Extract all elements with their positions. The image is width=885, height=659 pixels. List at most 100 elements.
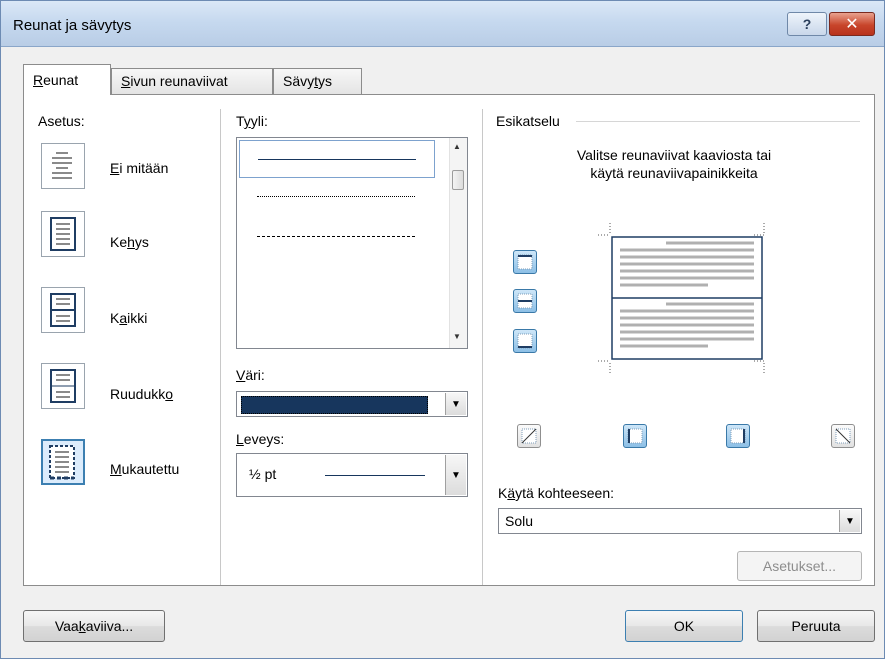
tab-shading[interactable]: Sävytys: [273, 68, 362, 94]
column-divider-left: [220, 109, 221, 585]
diagonal-down-icon: [835, 428, 851, 444]
setting-box-icon[interactable]: [41, 211, 85, 257]
setting-all-label[interactable]: Kaikki: [110, 310, 147, 326]
tab-label-accel: S: [121, 73, 131, 89]
width-label: Leveys:: [236, 431, 284, 447]
setting-label: Asetus:: [38, 113, 85, 129]
color-label: Väri:: [236, 367, 265, 383]
close-icon: ✕: [845, 16, 859, 33]
line-style-dashed-small[interactable]: [239, 218, 435, 256]
chevron-down-icon[interactable]: ▼: [445, 393, 466, 415]
label-post: yli:: [250, 113, 268, 129]
apply-to-dropdown[interactable]: Solu ▼: [498, 508, 862, 534]
label-post: äri:: [245, 367, 265, 383]
left-border-icon: [627, 428, 643, 444]
preview-instruction-2: käytä reunaviivapainikkeita: [590, 165, 758, 181]
setting-none-icon[interactable]: [41, 143, 85, 189]
label-pre: Ke: [110, 234, 128, 250]
tab-label-post: eunat: [43, 72, 79, 88]
title-bar: Reunat ja sävytys ? ✕: [1, 1, 884, 47]
setting-none-label[interactable]: Ei mitään: [110, 160, 168, 176]
help-button[interactable]: ?: [787, 12, 827, 36]
label-pre: T: [236, 113, 244, 129]
inside-horizontal-border-icon: [517, 293, 533, 309]
label-accel: o: [165, 386, 174, 402]
right-border-button[interactable]: [726, 424, 750, 448]
line-style-scrollbar[interactable]: ▲ ▼: [449, 138, 467, 348]
style-label: Tyyli:: [236, 113, 268, 129]
label-accel: a: [119, 310, 128, 326]
inside-horizontal-border-button[interactable]: [513, 289, 537, 313]
color-dropdown[interactable]: ▼: [236, 391, 468, 417]
left-border-button[interactable]: [623, 424, 647, 448]
label-post: ukautettu: [121, 461, 180, 477]
close-button[interactable]: ✕: [829, 12, 875, 36]
label-pre: K: [498, 485, 508, 501]
apply-to-value: Solu: [505, 513, 534, 529]
label-accel: k: [78, 618, 86, 634]
label-accel: V: [236, 367, 246, 383]
scroll-down-icon[interactable]: ▼: [453, 332, 461, 341]
setting-custom-label[interactable]: Mukautettu: [110, 461, 179, 477]
line-sample: [257, 236, 415, 237]
label-accel: h: [127, 234, 135, 250]
chevron-down-icon[interactable]: ▼: [839, 510, 860, 532]
borders-tab-panel: Asetus: Ei mitään Kehys Kaikki Ruudukko …: [23, 94, 875, 586]
line-sample: [257, 196, 415, 197]
width-dropdown[interactable]: ½ pt ▼: [236, 453, 468, 497]
line-style-list[interactable]: ▲ ▼: [236, 137, 468, 349]
tab-label-pre: Sävy: [283, 73, 315, 89]
label-post: aviiva...: [85, 618, 134, 634]
setting-all-icon[interactable]: [41, 287, 85, 333]
right-border-icon: [730, 428, 746, 444]
preview-group-line: [576, 121, 860, 122]
column-divider-right: [482, 109, 483, 585]
label-accel: M: [110, 461, 122, 477]
tab-page-border[interactable]: Sivun reunaviivat: [111, 68, 273, 94]
label-post: i mitään: [119, 160, 169, 176]
scroll-thumb[interactable]: [452, 170, 464, 190]
options-button[interactable]: Asetukset...: [737, 551, 862, 581]
help-icon: ?: [802, 16, 812, 32]
cancel-button[interactable]: Peruuta: [757, 610, 875, 642]
line-style-dash-dot[interactable]: [239, 298, 435, 336]
label-post: ikki: [127, 310, 148, 326]
color-swatch: [241, 396, 428, 414]
line-style-dotted[interactable]: [239, 178, 435, 216]
apply-to-label: Käytä kohteeseen:: [498, 485, 614, 501]
window-title: Reunat ja sävytys: [13, 17, 132, 34]
width-line-sample: [325, 475, 425, 476]
scroll-up-icon[interactable]: ▲: [453, 142, 461, 151]
label-pre: Vaa: [54, 618, 79, 634]
diagonal-up-border-button[interactable]: [517, 424, 541, 448]
top-border-icon: [517, 254, 533, 270]
horizontal-line-button[interactable]: Vaa k aviiva...: [23, 610, 165, 642]
label-post: ys: [134, 234, 149, 250]
setting-grid-label[interactable]: Ruudukko: [110, 386, 173, 402]
label-post: eveys:: [243, 431, 285, 447]
bottom-border-icon: [517, 333, 533, 349]
label-accel: y: [243, 113, 251, 129]
border-preview-diagram[interactable]: [598, 223, 766, 373]
line-style-dashed[interactable]: [239, 258, 435, 296]
chevron-down-icon[interactable]: ▼: [445, 455, 466, 495]
diagonal-up-icon: [521, 428, 537, 444]
label-accel: L: [236, 431, 244, 447]
setting-box-label[interactable]: Kehys: [110, 234, 149, 250]
tab-borders[interactable]: Reunat: [23, 64, 111, 95]
preview-label: Esikatselu: [496, 113, 560, 129]
setting-grid-icon[interactable]: [41, 363, 85, 409]
borders-shading-dialog: Reunat ja sävytys ? ✕ Reunat Sivun reuna…: [0, 0, 885, 659]
label-pre: Ruudukk: [110, 386, 166, 402]
line-style-solid[interactable]: [239, 140, 435, 178]
label-accel: E: [110, 160, 120, 176]
ok-button[interactable]: OK: [625, 610, 743, 642]
bottom-border-button[interactable]: [513, 329, 537, 353]
setting-custom-icon[interactable]: [41, 439, 85, 485]
preview-instruction-1: Valitse reunaviivat kaaviosta tai: [576, 147, 772, 163]
top-border-button[interactable]: [513, 250, 537, 274]
label-accel: ä: [507, 485, 516, 501]
tab-label-post: ys: [318, 73, 333, 89]
label-post: ytä kohteeseen:: [515, 485, 614, 501]
diagonal-down-border-button[interactable]: [831, 424, 855, 448]
